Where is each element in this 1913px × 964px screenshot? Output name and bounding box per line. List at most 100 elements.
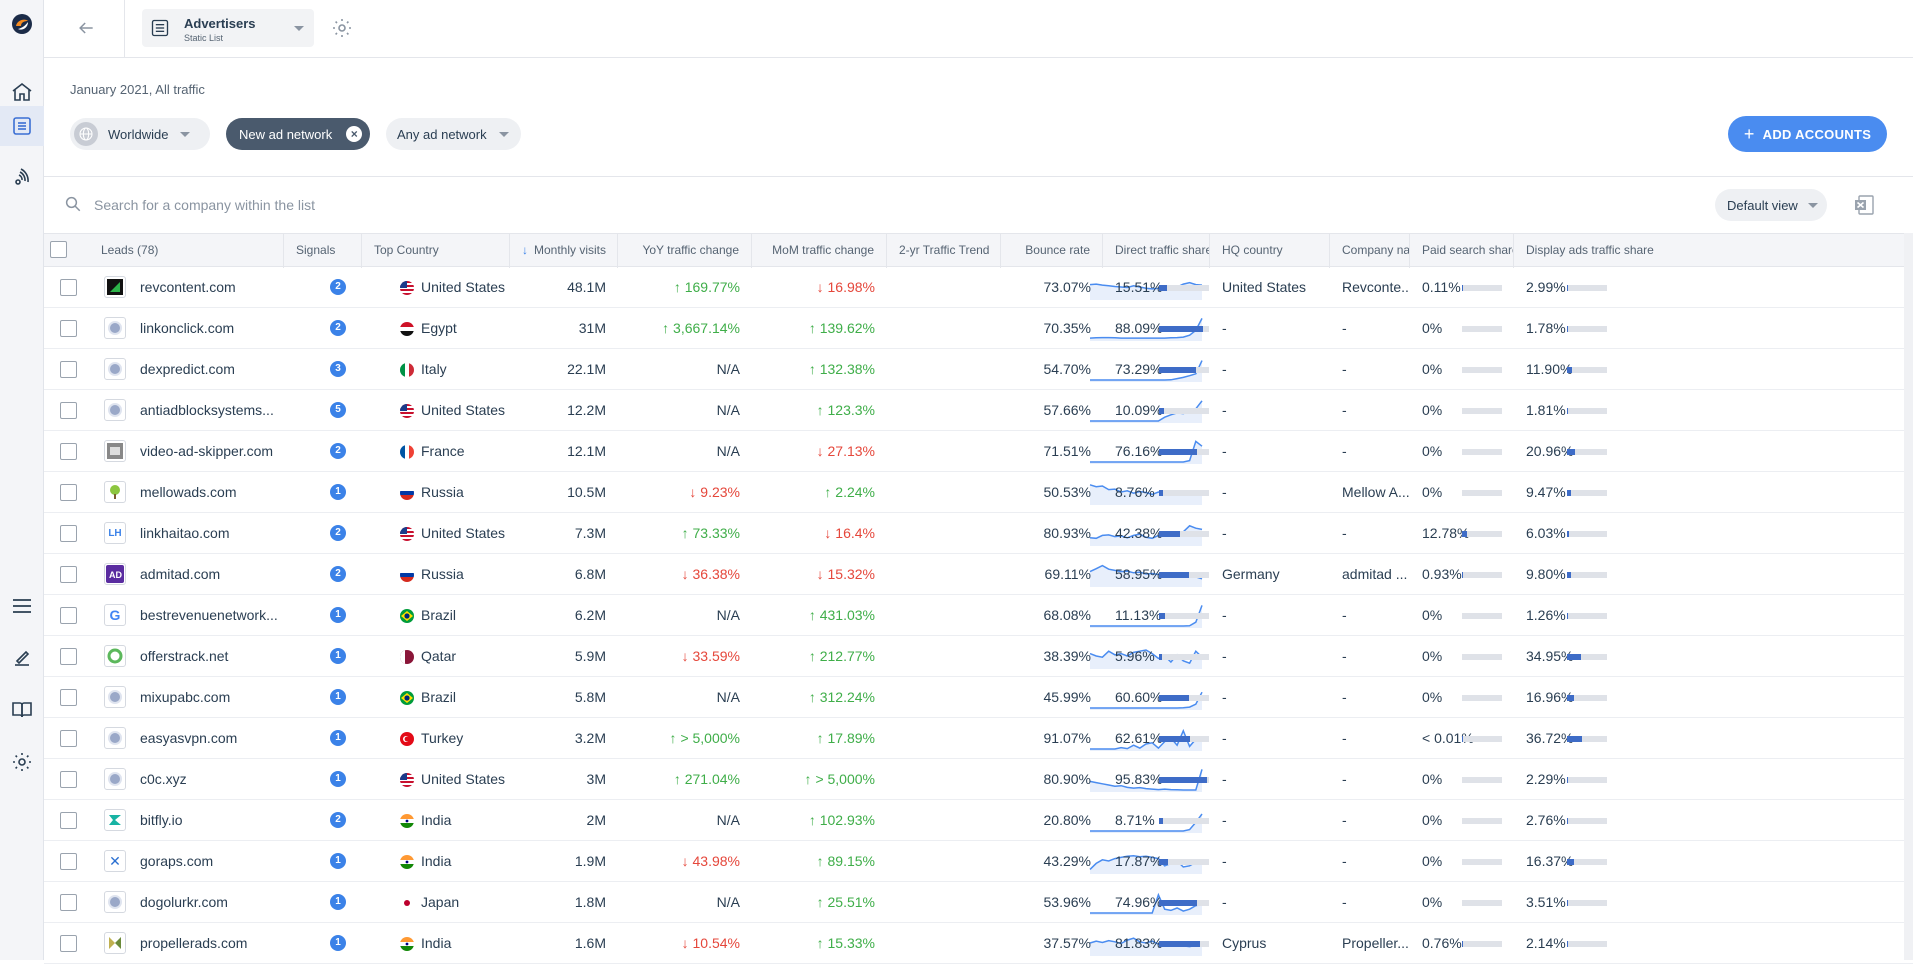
table-row[interactable]: c0c.xyz 1 United States 3M ↑ 271.04% ↑ >…	[44, 759, 1913, 800]
signal-count-badge[interactable]: 2	[330, 525, 346, 541]
domain-link[interactable]: goraps.com	[140, 841, 318, 881]
domain-link[interactable]: mixupabc.com	[140, 677, 318, 717]
table-row[interactable]: LH linkhaitao.com 2 United States 7.3M ↑…	[44, 513, 1913, 554]
row-checkbox[interactable]	[60, 730, 77, 747]
signal-count-badge[interactable]: 1	[330, 607, 346, 623]
table-row[interactable]: offerstrack.net 1 Qatar 5.9M ↓ 33.59% ↑ …	[44, 636, 1913, 677]
col-mom[interactable]: MoM traffic change	[752, 234, 887, 268]
domain-link[interactable]: easyasvpn.com	[140, 718, 318, 758]
table-row[interactable]: mellowads.com 1 Russia 10.5M ↓ 9.23% ↑ 2…	[44, 472, 1913, 513]
table-row[interactable]: AD admitad.com 2 Russia 6.8M ↓ 36.38% ↓ …	[44, 554, 1913, 595]
table-row[interactable]: mixupabc.com 1 Brazil 5.8M N/A ↑ 312.24%…	[44, 677, 1913, 718]
table-row[interactable]: bitfly.io 2 India 2M N/A ↑ 102.93% 20.80…	[44, 800, 1913, 841]
col-trend[interactable]: 2-yr Traffic Trend	[887, 234, 1001, 268]
row-checkbox[interactable]	[60, 894, 77, 911]
domain-link[interactable]: admitad.com	[140, 554, 318, 594]
search-input[interactable]	[94, 190, 594, 220]
edit-icon[interactable]	[0, 638, 44, 678]
excel-export-icon[interactable]	[1852, 193, 1876, 217]
list-selector[interactable]: Advertisers Static List	[142, 9, 314, 47]
col-paid[interactable]: Paid search share	[1410, 234, 1514, 268]
signal-count-badge[interactable]: 1	[330, 771, 346, 787]
view-select[interactable]: Default view	[1715, 189, 1827, 221]
domain-link[interactable]: video-ad-skipper.com	[140, 431, 318, 471]
signal-count-badge[interactable]: 1	[330, 730, 346, 746]
signal-count-badge[interactable]: 5	[330, 402, 346, 418]
row-checkbox[interactable]	[60, 607, 77, 624]
domain-link[interactable]: linkonclick.com	[140, 308, 318, 348]
region-select[interactable]: Worldwide	[70, 118, 210, 150]
domain-link[interactable]: revcontent.com	[140, 267, 318, 307]
new-ad-network-chip[interactable]: New ad network ×	[226, 118, 371, 150]
domain-link[interactable]: dogolurkr.com	[140, 882, 318, 922]
col-monthly-visits[interactable]: ↓ Monthly visits	[510, 234, 618, 268]
row-checkbox[interactable]	[60, 320, 77, 337]
list-icon[interactable]	[0, 106, 44, 146]
table-row[interactable]: dogolurkr.com 1 Japan 1.8M N/A ↑ 25.51% …	[44, 882, 1913, 923]
signal-count-badge[interactable]: 1	[330, 894, 346, 910]
table-row[interactable]: G bestrevenuenetwork... 1 Brazil 6.2M N/…	[44, 595, 1913, 636]
add-accounts-button[interactable]: + ADD ACCOUNTS	[1728, 116, 1887, 152]
col-signals[interactable]: Signals	[284, 234, 362, 268]
book-icon[interactable]	[0, 690, 44, 730]
domain-link[interactable]: propellerads.com	[140, 923, 318, 963]
table-row[interactable]: ✕ goraps.com 1 India 1.9M ↓ 43.98% ↑ 89.…	[44, 841, 1913, 882]
row-checkbox[interactable]	[60, 853, 77, 870]
domain-link[interactable]: mellowads.com	[140, 472, 318, 512]
row-checkbox[interactable]	[60, 279, 77, 296]
table-row[interactable]: propellerads.com 1 India 1.6M ↓ 10.54% ↑…	[44, 923, 1913, 964]
row-checkbox[interactable]	[60, 812, 77, 829]
row-checkbox[interactable]	[60, 689, 77, 706]
row-checkbox[interactable]	[60, 771, 77, 788]
signal-count-badge[interactable]: 1	[330, 853, 346, 869]
row-checkbox[interactable]	[60, 361, 77, 378]
col-leads[interactable]: Leads (78)	[89, 234, 284, 268]
ad-network-select[interactable]: Any ad network	[386, 118, 521, 150]
col-direct[interactable]: Direct traffic share	[1103, 234, 1210, 268]
menu-icon[interactable]	[0, 586, 44, 626]
row-checkbox[interactable]	[60, 525, 77, 542]
domain-link[interactable]: antiadblocksystems...	[140, 390, 318, 430]
domain-link[interactable]: bestrevenuenetwork...	[140, 595, 318, 635]
signal-count-badge[interactable]: 2	[330, 566, 346, 582]
domain-link[interactable]: linkhaitao.com	[140, 513, 318, 553]
domain-link[interactable]: offerstrack.net	[140, 636, 318, 676]
close-icon[interactable]: ×	[346, 126, 363, 142]
signals-icon[interactable]	[0, 158, 44, 198]
table-row[interactable]: dexpredict.com 3 Italy 22.1M N/A ↑ 132.3…	[44, 349, 1913, 390]
row-checkbox[interactable]	[60, 484, 77, 501]
row-checkbox[interactable]	[60, 935, 77, 952]
domain-link[interactable]: c0c.xyz	[140, 759, 318, 799]
table-row[interactable]: revcontent.com 2 United States 48.1M ↑ 1…	[44, 267, 1913, 308]
row-checkbox[interactable]	[60, 566, 77, 583]
table-row[interactable]: easyasvpn.com 1 Turkey 3.2M ↑ > 5,000% ↑…	[44, 718, 1913, 759]
row-checkbox[interactable]	[60, 402, 77, 419]
back-arrow-icon[interactable]	[72, 14, 100, 42]
row-checkbox[interactable]	[60, 648, 77, 665]
col-hq[interactable]: HQ country	[1210, 234, 1330, 268]
select-all-checkbox[interactable]	[50, 241, 67, 258]
row-checkbox[interactable]	[60, 443, 77, 460]
table-row[interactable]: linkonclick.com 2 Egypt 31M ↑ 3,667.14% …	[44, 308, 1913, 349]
signal-count-badge[interactable]: 1	[330, 689, 346, 705]
settings-icon[interactable]	[0, 742, 44, 782]
signal-count-badge[interactable]: 2	[330, 279, 346, 295]
signal-count-badge[interactable]: 2	[330, 812, 346, 828]
col-top-country[interactable]: Top Country	[362, 234, 510, 268]
col-display[interactable]: Display ads traffic share	[1514, 234, 1913, 268]
signal-count-badge[interactable]: 1	[330, 484, 346, 500]
col-yoy[interactable]: YoY traffic change	[618, 234, 752, 268]
table-scrollbar[interactable]	[1904, 233, 1913, 960]
table-row[interactable]: antiadblocksystems... 5 United States 12…	[44, 390, 1913, 431]
signal-count-badge[interactable]: 2	[330, 443, 346, 459]
table-row[interactable]: video-ad-skipper.com 2 France 12.1M N/A …	[44, 431, 1913, 472]
gear-icon[interactable]	[330, 16, 354, 40]
similarweb-logo-icon[interactable]	[0, 4, 44, 44]
signal-count-badge[interactable]: 1	[330, 648, 346, 664]
signal-count-badge[interactable]: 3	[330, 361, 346, 377]
signal-count-badge[interactable]: 2	[330, 320, 346, 336]
col-bounce[interactable]: Bounce rate	[1001, 234, 1103, 268]
signal-count-badge[interactable]: 1	[330, 935, 346, 951]
domain-link[interactable]: dexpredict.com	[140, 349, 318, 389]
col-company[interactable]: Company name	[1330, 234, 1410, 268]
